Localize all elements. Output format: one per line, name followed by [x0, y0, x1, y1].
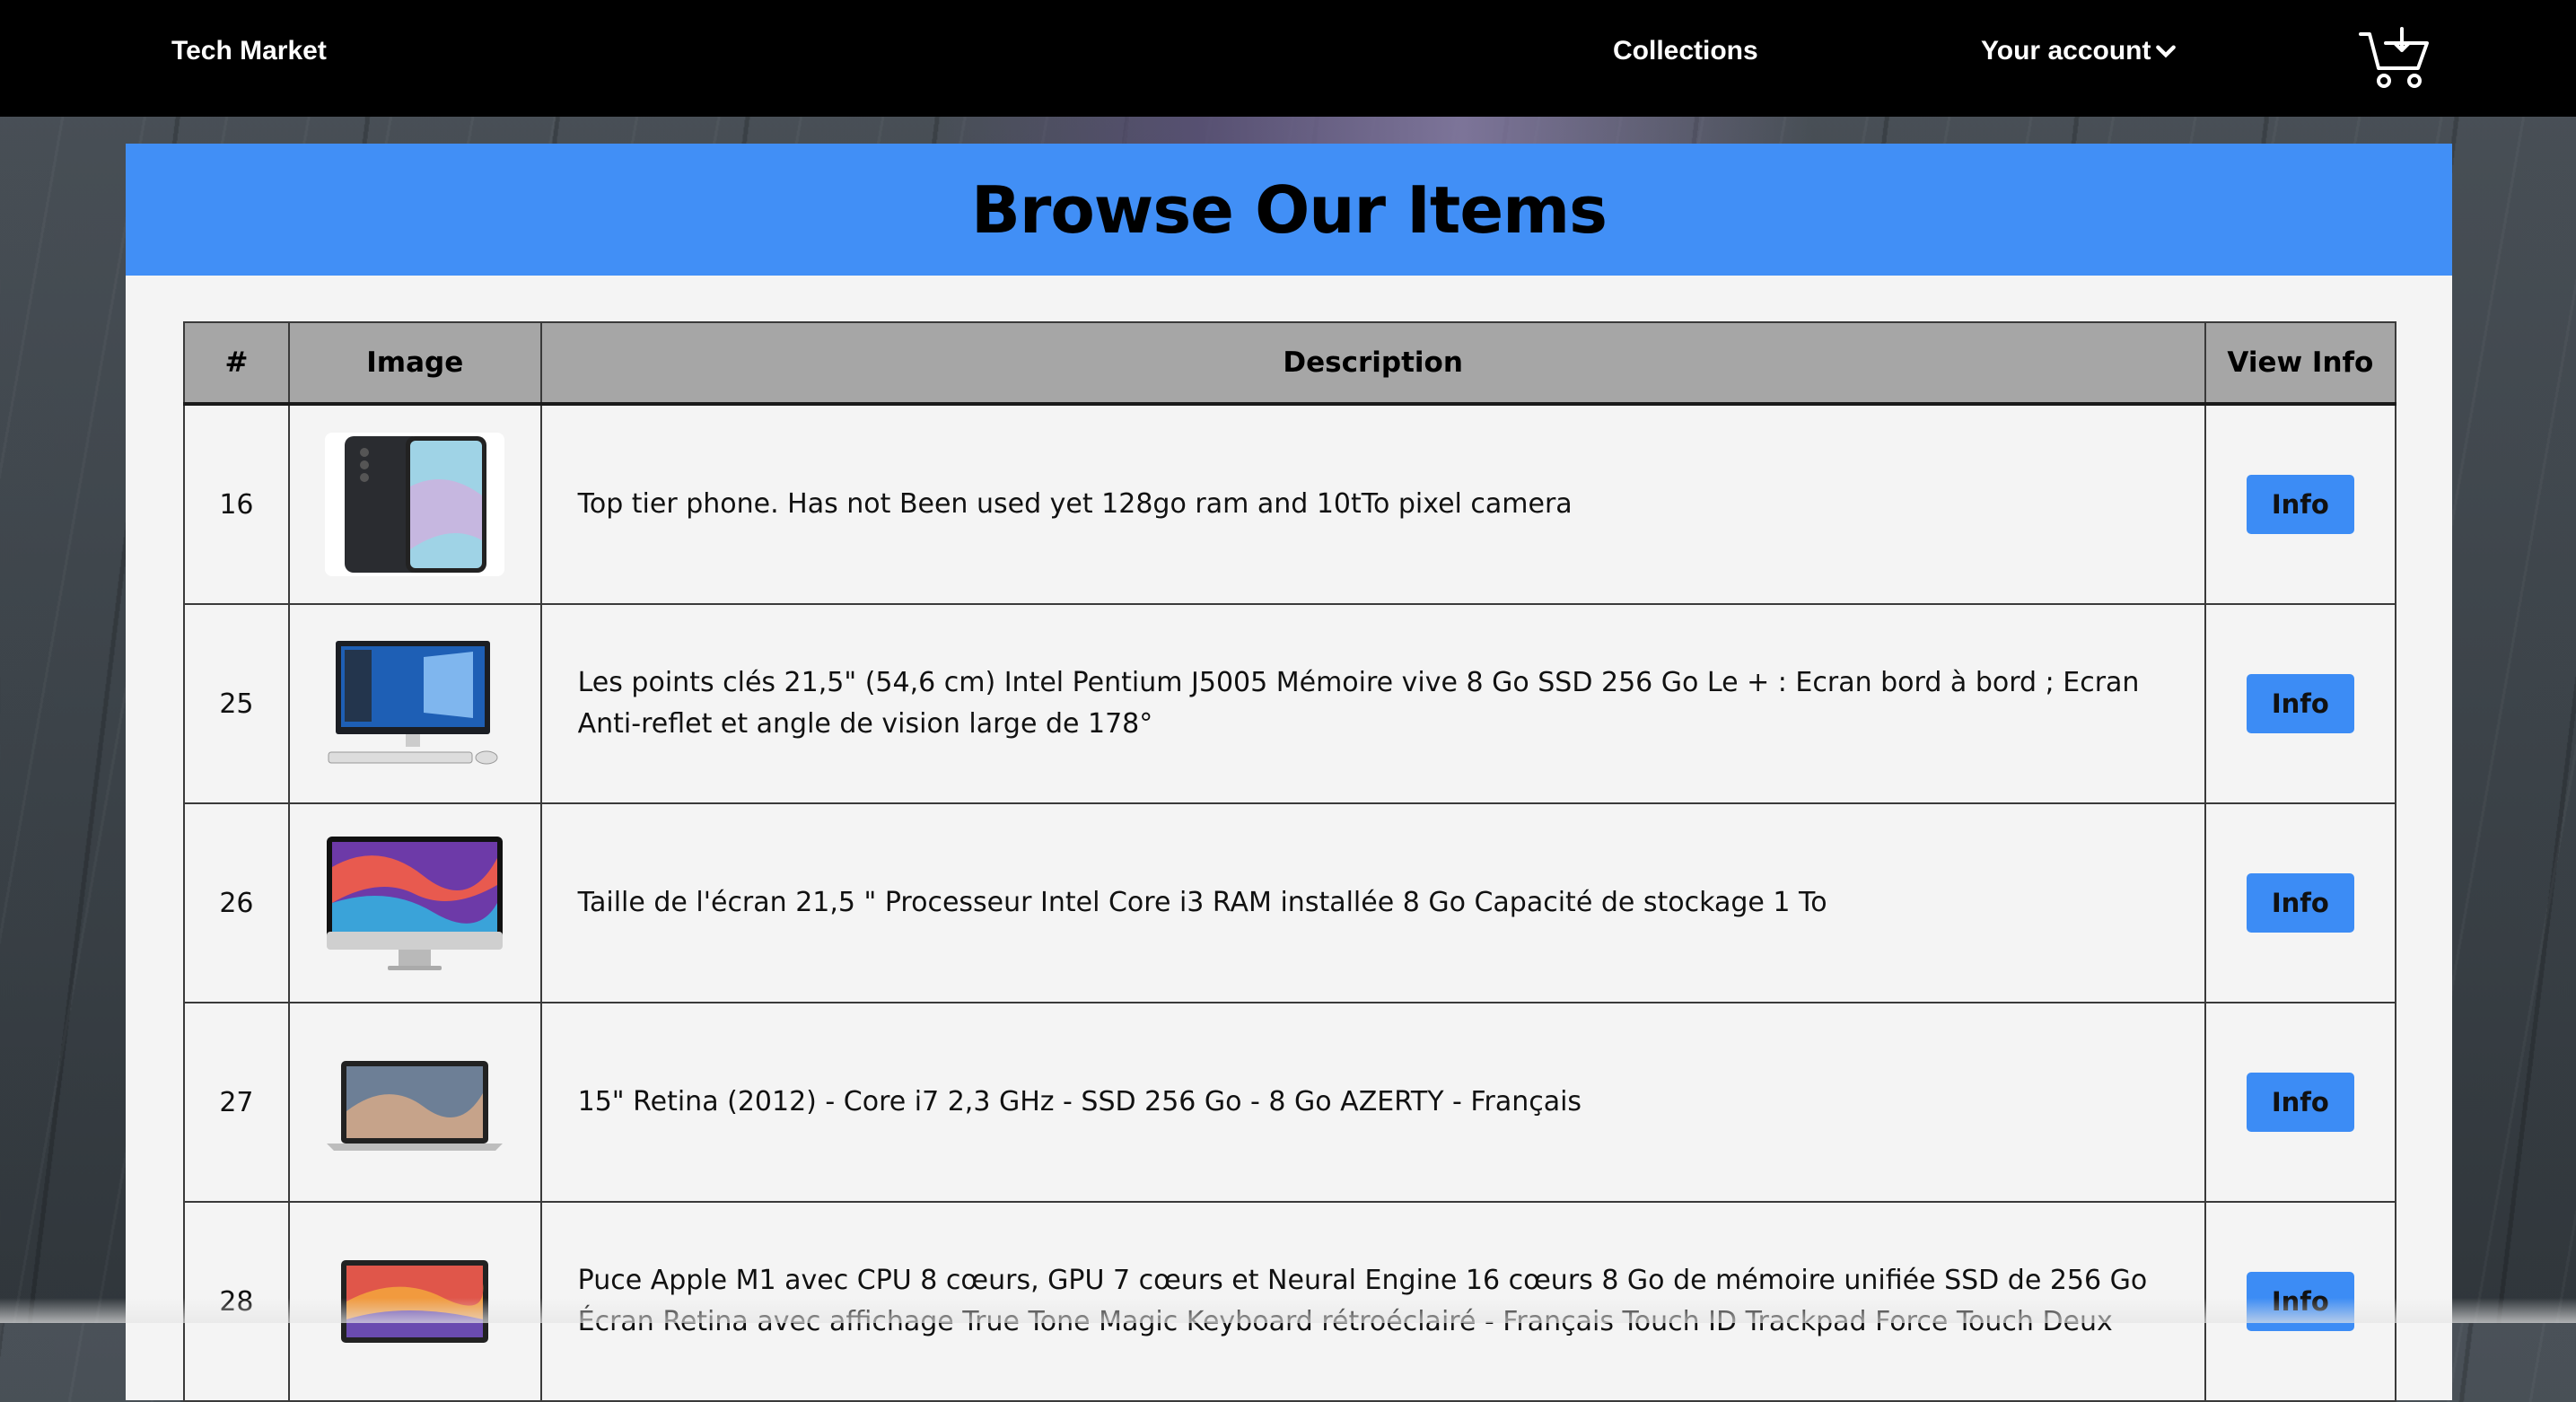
info-button[interactable]: Info	[2246, 1073, 2354, 1132]
top-navbar: Tech Market Collections Your account	[0, 0, 2576, 117]
nav-account-dropdown[interactable]: Your account	[1981, 36, 2177, 66]
nav-collections-link[interactable]: Collections	[1613, 36, 1758, 66]
bottom-fade	[0, 1298, 2576, 1323]
info-button[interactable]: Info	[2246, 873, 2354, 933]
row-description: Les points clés 21,5" (54,6 cm) Intel Pe…	[539, 603, 2206, 804]
cart-download-icon[interactable]	[2359, 27, 2432, 90]
page-title: Browse Our Items	[970, 171, 1608, 248]
row-number: 25	[183, 603, 290, 804]
table-row: 27 15" Retina (2012) - Core i7 2,3 GHz -…	[183, 1002, 2397, 1203]
desktop-pc-thumbnail	[325, 632, 505, 775]
header-image: Image	[287, 321, 542, 406]
table-row: 26 Taille de l'écran 21,5 " Processeur I…	[183, 802, 2397, 1003]
brand-logo[interactable]: Tech Market	[171, 36, 327, 66]
row-number: 26	[183, 802, 290, 1003]
nav-account-label: Your account	[1981, 36, 2151, 66]
row-number: 16	[183, 403, 290, 605]
header-view-info: View Info	[2204, 321, 2397, 406]
row-description: Taille de l'écran 21,5 " Processeur Inte…	[539, 802, 2206, 1003]
imac-thumbnail	[325, 831, 505, 975]
row-number: 27	[183, 1002, 290, 1203]
macbook-pro-thumbnail	[325, 1030, 505, 1174]
table-row: 16 Top tier phone. Has not Been used yet…	[183, 403, 2397, 605]
items-table: # Image Description View Info 16 Top tie…	[183, 321, 2397, 1402]
table-header-row: # Image Description View Info	[183, 321, 2397, 406]
info-button[interactable]: Info	[2246, 475, 2354, 534]
chevron-down-icon	[2156, 45, 2177, 58]
items-panel: Browse Our Items # Image Description Vie…	[126, 144, 2452, 1402]
table-row: 25 Les points clés 21,5" (54,6 cm) Intel…	[183, 603, 2397, 804]
row-description: 15" Retina (2012) - Core i7 2,3 GHz - SS…	[539, 1002, 2206, 1203]
header-description: Description	[539, 321, 2206, 406]
info-button[interactable]: Info	[2246, 674, 2354, 733]
panel-header: Browse Our Items	[126, 144, 2452, 276]
row-description: Top tier phone. Has not Been used yet 12…	[539, 403, 2206, 605]
header-number: #	[183, 321, 290, 406]
phone-thumbnail	[325, 433, 505, 576]
